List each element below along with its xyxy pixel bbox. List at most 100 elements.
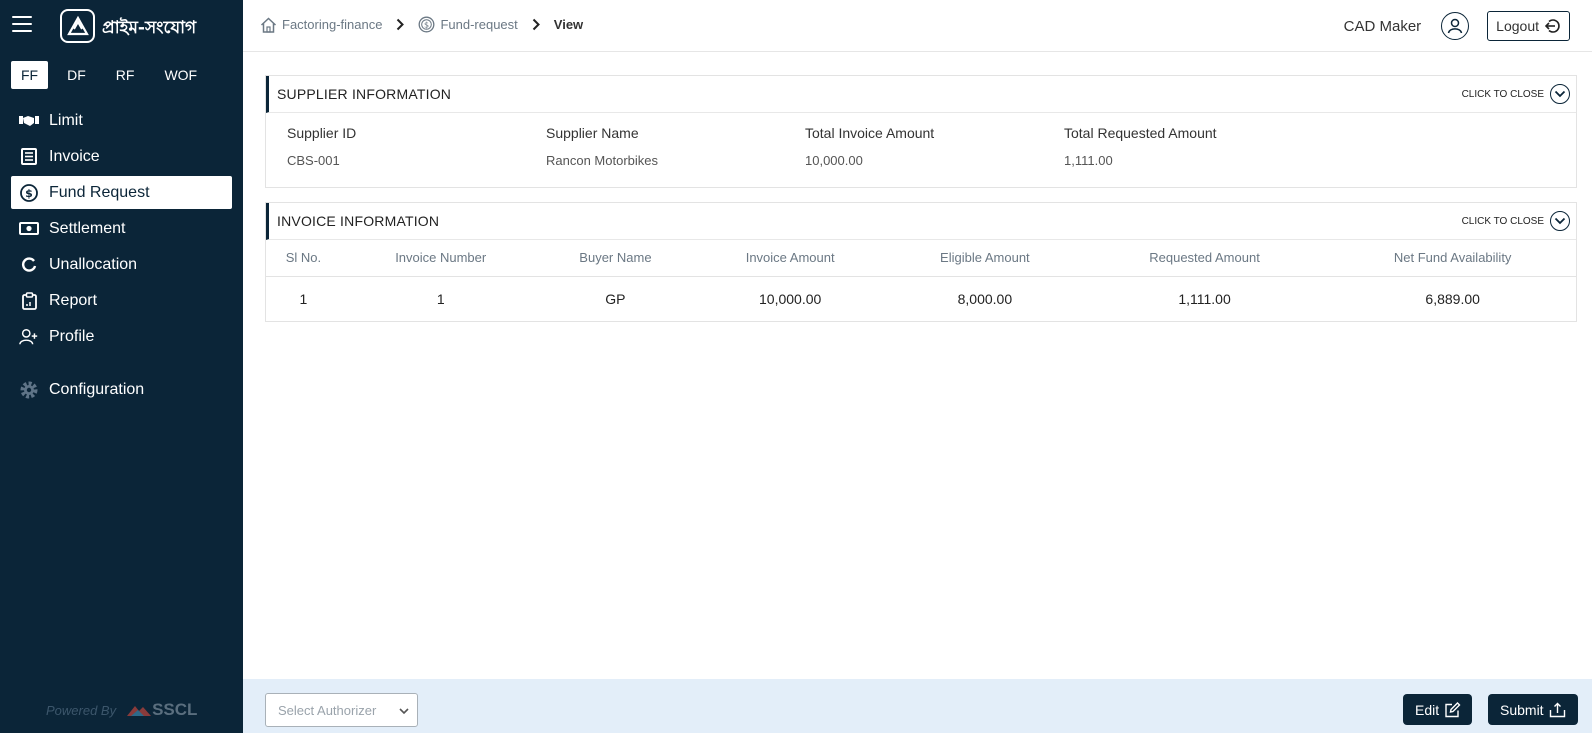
edit-icon xyxy=(1444,701,1461,718)
sidebar-item-label: Limit xyxy=(49,111,83,129)
tab-rf[interactable]: RF xyxy=(105,61,146,89)
hamburger-menu-icon[interactable] xyxy=(12,16,32,32)
user-area: CAD Maker Logout xyxy=(1344,0,1592,52)
chevron-right-icon xyxy=(396,18,405,31)
total-invoice-amount-field: Total Invoice Amount 10,000.00 xyxy=(805,125,934,168)
table-cell: 1 xyxy=(436,290,445,307)
table-cell: 10,000.00 xyxy=(759,290,822,307)
authorizer-placeholder: Select Authorizer xyxy=(278,702,377,718)
sidebar-item-profile[interactable]: Profile xyxy=(11,320,232,353)
sidebar-item-limit[interactable]: Limit xyxy=(11,104,232,137)
sidebar-item-report[interactable]: Report xyxy=(11,284,232,317)
chevron-down-icon xyxy=(1550,84,1570,104)
supplier-information-panel: SUPPLIER INFORMATION CLICK TO CLOSE Supp… xyxy=(265,75,1577,188)
banknote-icon xyxy=(19,219,39,239)
column-header: Requested Amount xyxy=(1079,240,1330,277)
tab-ff[interactable]: FF xyxy=(11,61,49,89)
field-label: Total Requested Amount xyxy=(1064,125,1217,141)
table-header-row: Sl No. Invoice Number Buyer Name Invoice… xyxy=(266,240,1576,277)
home-icon xyxy=(260,16,277,33)
field-value: 1,111.00 xyxy=(1064,153,1113,168)
brand-header: প্রাইম-সংযোগ xyxy=(0,0,243,52)
table-row: 1 1 GP 10,000.00 8,000.00 1,111.00 6,889… xyxy=(266,276,1576,321)
field-label: Supplier Name xyxy=(546,125,639,141)
user-avatar-icon[interactable] xyxy=(1441,12,1470,40)
close-label: CLICK TO CLOSE xyxy=(1461,215,1544,227)
table-cell: 1 xyxy=(299,290,308,307)
column-header: Net Fund Availability xyxy=(1329,240,1576,277)
column-header: Invoice Amount xyxy=(690,240,890,277)
sidebar-item-fund-request[interactable]: $ Fund Request xyxy=(11,176,232,209)
clipboard-icon xyxy=(19,291,39,311)
upload-icon xyxy=(1549,702,1566,718)
sscl-text: SSCL xyxy=(152,700,198,719)
breadcrumb-label: Factoring-finance xyxy=(282,17,383,32)
dollar-circle-icon: $ xyxy=(418,16,435,33)
field-value: 10,000.00 xyxy=(805,153,863,168)
sidebar-item-invoice[interactable]: Invoice xyxy=(11,140,232,173)
supplier-panel-header: SUPPLIER INFORMATION CLICK TO CLOSE xyxy=(266,76,1576,113)
column-header: Sl No. xyxy=(266,240,341,277)
column-header: Buyer Name xyxy=(540,240,691,277)
sidebar-item-label: Report xyxy=(49,291,98,309)
brand-name: প্রাইম-সংযোগ xyxy=(102,18,197,38)
tab-df[interactable]: DF xyxy=(56,61,97,89)
bottom-action-bar: Select Authorizer Edit Submit xyxy=(243,679,1592,733)
column-header: Eligible Amount xyxy=(890,240,1080,277)
submit-button[interactable]: Submit xyxy=(1488,694,1578,725)
brand-logo-icon xyxy=(60,9,95,43)
sidebar-item-configuration[interactable]: Configuration xyxy=(11,373,232,406)
invoice-panel-close-toggle[interactable]: CLICK TO CLOSE xyxy=(1462,211,1570,231)
chevron-down-icon xyxy=(399,703,409,718)
table-cell: 1,111.00 xyxy=(1178,290,1231,307)
powered-by-text: Powered By xyxy=(46,702,117,718)
invoice-panel-header: INVOICE INFORMATION CLICK TO CLOSE xyxy=(266,203,1576,240)
tab-wof[interactable]: WOF xyxy=(153,61,208,89)
dollar-circle-icon: $ xyxy=(19,183,39,203)
sidebar-nav: Limit Invoice $ Fund Request Settlement … xyxy=(11,104,232,409)
supplier-panel-close-toggle[interactable]: CLICK TO CLOSE xyxy=(1462,84,1570,104)
circle-arrow-icon xyxy=(19,255,39,275)
authorizer-select[interactable]: Select Authorizer xyxy=(265,693,418,727)
breadcrumb: Factoring-finance $ Fund-request View xyxy=(260,16,583,33)
field-label: Supplier ID xyxy=(287,125,357,141)
table-cell: 8,000.00 xyxy=(957,290,1013,307)
breadcrumb-view: View xyxy=(553,17,584,32)
logout-icon xyxy=(1545,18,1561,34)
handshake-icon xyxy=(19,111,39,131)
sidebar-item-settlement[interactable]: Settlement xyxy=(11,212,232,245)
field-label: Total Invoice Amount xyxy=(805,125,935,141)
close-label: CLICK TO CLOSE xyxy=(1461,88,1544,100)
panel-title: SUPPLIER INFORMATION xyxy=(277,86,452,102)
table-cell: GP xyxy=(605,290,626,307)
supplier-name-field: Supplier Name Rancon Motorbikes xyxy=(546,125,658,168)
document-list-icon xyxy=(19,147,39,167)
column-header: Invoice Number xyxy=(340,240,541,277)
edit-label: Edit xyxy=(1415,701,1440,718)
chevron-right-icon xyxy=(532,18,540,31)
logout-button[interactable]: Logout xyxy=(1487,11,1570,41)
supplier-fields: Supplier ID CBS-001 Supplier Name Rancon… xyxy=(266,113,1576,187)
supplier-id-field: Supplier ID CBS-001 xyxy=(287,125,356,168)
sidebar-item-label: Fund Request xyxy=(49,183,150,201)
breadcrumb-label: Fund-request xyxy=(440,17,518,32)
sidebar-item-label: Invoice xyxy=(49,147,100,165)
breadcrumb-factoring-finance[interactable]: Factoring-finance xyxy=(260,16,383,33)
top-bar: Factoring-finance $ Fund-request View CA… xyxy=(243,0,1592,52)
invoice-table: Sl No. Invoice Number Buyer Name Invoice… xyxy=(266,240,1576,321)
sscl-mark-icon xyxy=(127,706,152,716)
user-name: CAD Maker xyxy=(1343,17,1422,35)
edit-button[interactable]: Edit xyxy=(1403,694,1472,725)
user-plus-icon xyxy=(19,327,39,347)
sidebar-item-unallocation[interactable]: Unallocation xyxy=(11,248,232,281)
svg-text:$: $ xyxy=(25,187,33,200)
total-requested-amount-field: Total Requested Amount 1,111.00 xyxy=(1064,125,1217,168)
sscl-logo: SSCL xyxy=(126,700,197,720)
sidebar-item-label: Profile xyxy=(49,327,95,345)
breadcrumb-fund-request[interactable]: $ Fund-request xyxy=(418,16,518,33)
panel-title: INVOICE INFORMATION xyxy=(277,213,440,229)
chevron-down-icon xyxy=(1550,211,1570,231)
submit-label: Submit xyxy=(1500,701,1544,718)
invoice-information-panel: INVOICE INFORMATION CLICK TO CLOSE Sl No… xyxy=(265,202,1577,322)
field-value: Rancon Motorbikes xyxy=(546,153,658,168)
